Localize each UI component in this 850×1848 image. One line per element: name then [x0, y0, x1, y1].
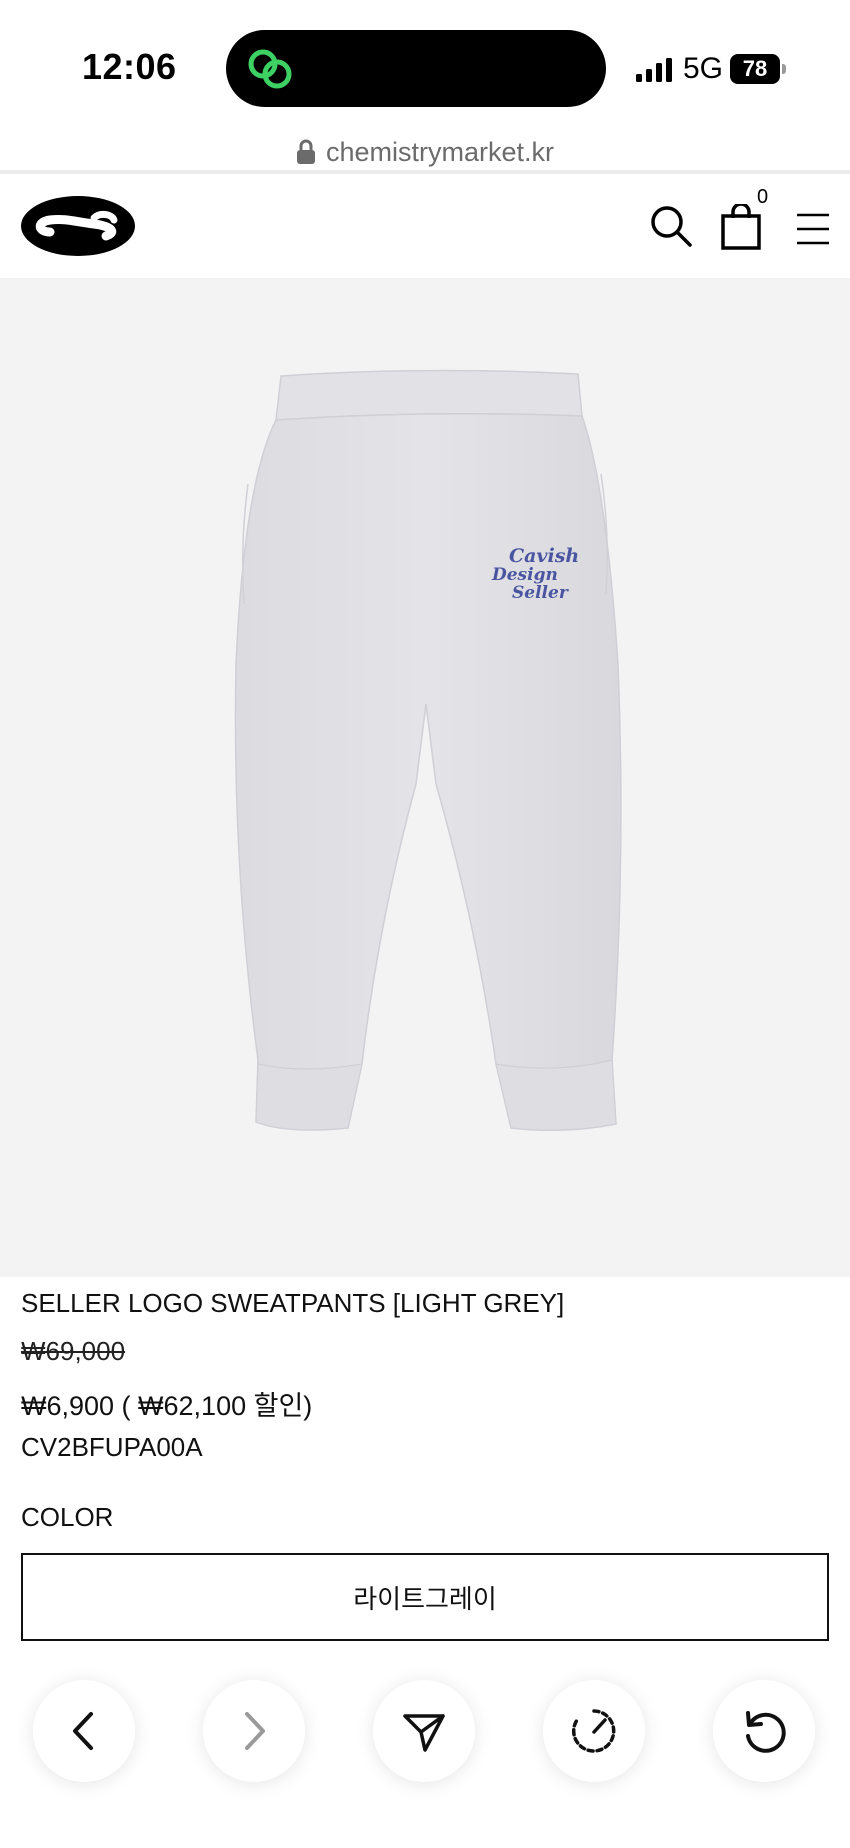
network-type: 5G	[683, 52, 724, 85]
svg-text:Seller: Seller	[512, 583, 569, 603]
svg-text:Design: Design	[491, 565, 558, 585]
browser-toolbar	[0, 1656, 850, 1806]
url-text: chemistrymarket.kr	[325, 136, 555, 167]
battery-icon: 78	[730, 54, 786, 84]
brand-logo[interactable]	[20, 194, 136, 258]
chevron-right-icon	[245, 1712, 265, 1750]
hamburger-menu-icon[interactable]	[795, 212, 831, 246]
dynamic-island	[226, 30, 606, 107]
reload-icon	[746, 1711, 786, 1753]
chevron-left-icon	[73, 1712, 93, 1750]
sweatpants-image: Cavish Design Seller	[234, 369, 622, 1131]
battery-level: 78	[730, 54, 780, 84]
product-image[interactable]: Cavish Design Seller	[0, 278, 850, 1277]
color-option-value: 라이트그레이	[353, 1583, 497, 1614]
shopping-bag-icon[interactable]	[720, 204, 762, 250]
cart-count-badge: 0	[757, 186, 769, 208]
back-button[interactable]	[33, 1680, 135, 1782]
status-time: 12:06	[82, 46, 177, 87]
send-icon	[403, 1714, 445, 1752]
speed-dial-button[interactable]	[543, 1680, 645, 1782]
signal-icon	[636, 58, 672, 82]
forward-button[interactable]	[203, 1680, 305, 1782]
link-app-icon	[248, 49, 292, 89]
svg-text:Cavish: Cavish	[509, 545, 579, 567]
color-option-label: COLOR	[21, 1502, 114, 1532]
speedometer-icon	[571, 1709, 616, 1753]
color-option-button[interactable]: 라이트그레이	[21, 1553, 829, 1641]
search-icon[interactable]	[649, 204, 693, 248]
sale-price: ₩6,900 ( ₩62,100 할인)	[21, 1391, 313, 1421]
reload-button[interactable]	[713, 1680, 815, 1782]
status-bar: 12:06 5G 78	[0, 0, 850, 138]
product-name: SELLER LOGO SWEATPANTS [LIGHT GREY]	[21, 1288, 565, 1318]
url-bar[interactable]: chemistrymarket.kr	[0, 132, 850, 172]
original-price: ₩69,000	[21, 1336, 126, 1366]
share-button[interactable]	[373, 1680, 475, 1782]
product-code: CV2BFUPA00A	[21, 1432, 203, 1462]
lock-icon	[296, 139, 315, 164]
